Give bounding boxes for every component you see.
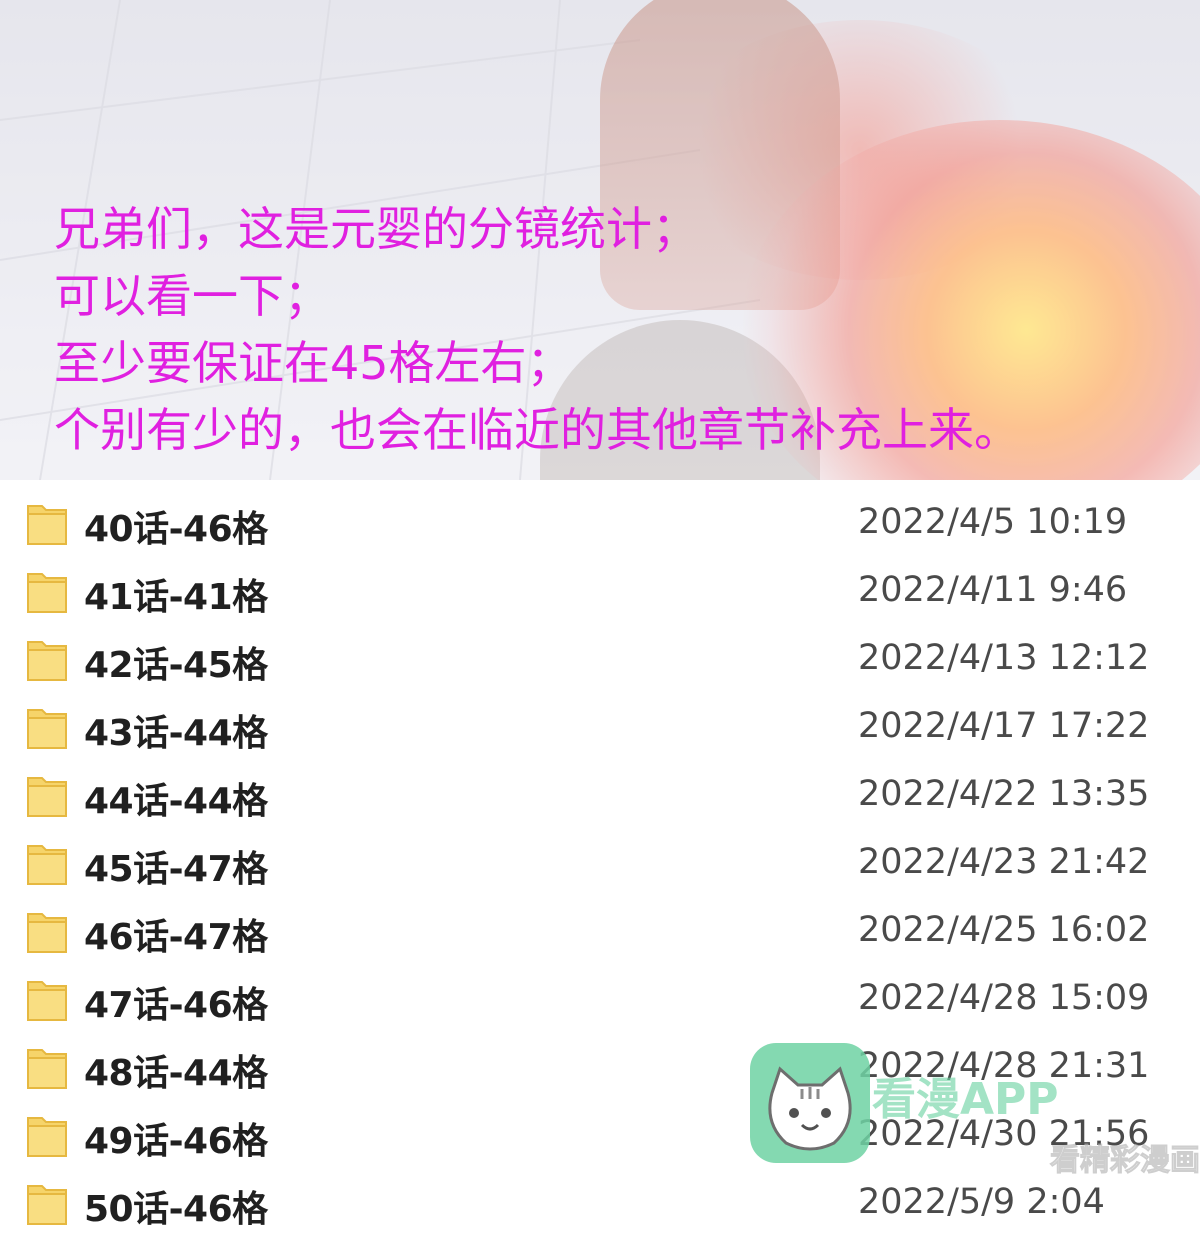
file-name: 41话-41格 — [84, 577, 268, 618]
notice-text: 兄弟们，这是元婴的分镜统计； 可以看一下； 至少要保证在45格左右； 个别有少的… — [54, 196, 1020, 464]
folder-icon — [27, 641, 67, 681]
banner-illustration: 兄弟们，这是元婴的分镜统计； 可以看一下； 至少要保证在45格左右； 个别有少的… — [0, 0, 1200, 480]
file-name: 43话-44格 — [84, 713, 268, 754]
file-name: 49话-46格 — [84, 1121, 268, 1162]
file-name: 40话-46格 — [84, 509, 268, 550]
watermark-text: 看漫APP — [872, 1074, 1059, 1125]
folder-icon — [27, 505, 67, 545]
file-row[interactable]: 44话-44格 2022/4/22 13:35 — [0, 762, 1200, 830]
folder-icon — [27, 981, 67, 1021]
notice-line: 个别有少的，也会在临近的其他章节补充上来。 — [54, 403, 1020, 457]
notice-line: 至少要保证在45格左右； — [54, 336, 573, 390]
file-name: 47话-46格 — [84, 985, 268, 1026]
file-date: 2022/4/28 15:09 — [858, 978, 1150, 1018]
file-row[interactable]: 43话-44格 2022/4/17 17:22 — [0, 694, 1200, 762]
cat-logo-icon — [768, 1066, 852, 1151]
file-row[interactable]: 42话-45格 2022/4/13 12:12 — [0, 626, 1200, 694]
file-date: 2022/4/13 12:12 — [858, 638, 1150, 678]
folder-icon — [27, 777, 67, 817]
file-name: 45话-47格 — [84, 849, 268, 890]
folder-icon — [27, 913, 67, 953]
file-date: 2022/4/17 17:22 — [858, 706, 1150, 746]
file-row[interactable]: 45话-47格 2022/4/23 21:42 — [0, 830, 1200, 898]
file-row[interactable]: 47话-46格 2022/4/28 15:09 — [0, 966, 1200, 1034]
file-date: 2022/4/23 21:42 — [858, 842, 1150, 882]
file-name: 44话-44格 — [84, 781, 268, 822]
file-name: 46话-47格 — [84, 917, 268, 958]
file-date: 2022/4/11 9:46 — [858, 570, 1128, 610]
file-row[interactable]: 46话-47格 2022/4/25 16:02 — [0, 898, 1200, 966]
folder-icon — [27, 1049, 67, 1089]
file-row[interactable]: 40话-46格 2022/4/5 10:19 — [0, 490, 1200, 558]
file-date: 2022/4/25 16:02 — [858, 910, 1150, 950]
file-date: 2022/4/5 10:19 — [858, 502, 1128, 542]
app-watermark: 看漫APP 看精彩漫画 — [750, 1043, 1200, 1193]
file-date: 2022/4/22 13:35 — [858, 774, 1150, 814]
folder-icon — [27, 709, 67, 749]
file-row[interactable]: 41话-41格 2022/4/11 9:46 — [0, 558, 1200, 626]
folder-icon — [27, 573, 67, 613]
folder-icon — [27, 845, 67, 885]
folder-icon — [27, 1117, 67, 1157]
file-name: 42话-45格 — [84, 645, 268, 686]
file-name: 50话-46格 — [84, 1189, 268, 1230]
notice-line: 兄弟们，这是元婴的分镜统计； — [54, 202, 698, 256]
watermark-subtext: 看精彩漫画 — [1050, 1143, 1200, 1179]
notice-line: 可以看一下； — [54, 269, 330, 323]
file-name: 48话-44格 — [84, 1053, 268, 1094]
folder-icon — [27, 1185, 67, 1225]
